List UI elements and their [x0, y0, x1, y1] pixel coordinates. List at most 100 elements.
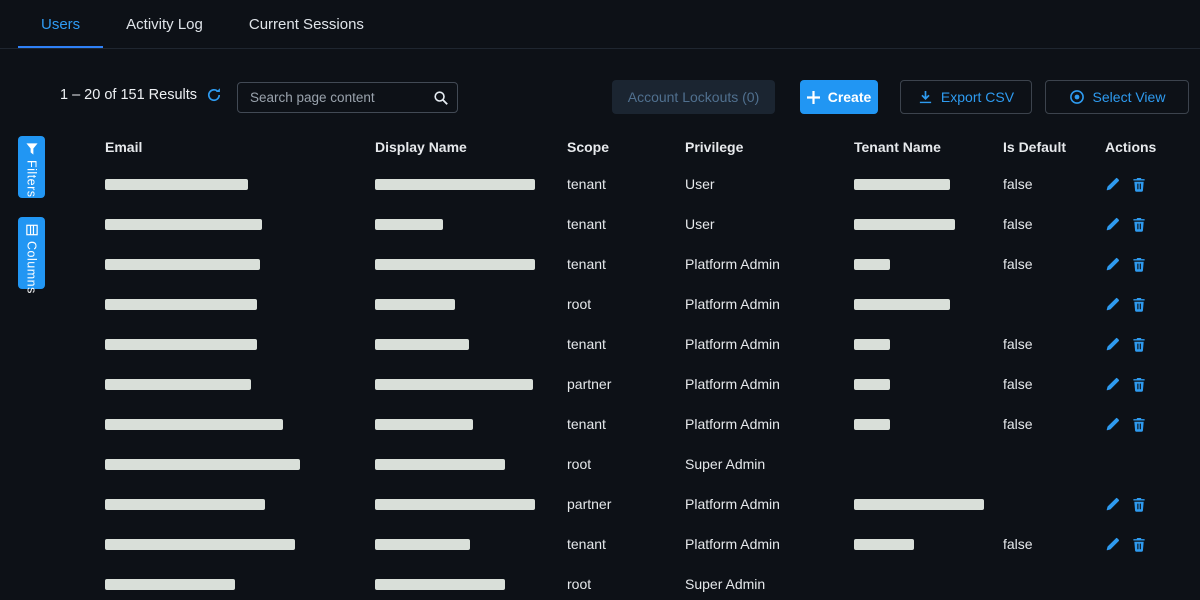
- email-cell: [105, 419, 375, 430]
- email-cell: [105, 579, 375, 590]
- scope-cell: partner: [567, 496, 685, 512]
- tenant-name-cell: [854, 299, 1003, 310]
- table-row[interactable]: tenant Platform Admin false: [105, 524, 1151, 564]
- column-header: Scope: [567, 139, 685, 155]
- display-name-cell: [375, 259, 567, 270]
- tenant-name-cell: [854, 219, 1003, 230]
- redacted-email: [105, 459, 300, 470]
- display-name-cell: [375, 459, 567, 470]
- redacted-tenant-name: [854, 299, 950, 310]
- edit-icon[interactable]: [1105, 257, 1120, 272]
- email-cell: [105, 219, 375, 230]
- delete-icon[interactable]: [1132, 297, 1146, 312]
- filter-icon: [26, 143, 38, 155]
- edit-icon[interactable]: [1105, 377, 1120, 392]
- delete-icon[interactable]: [1132, 177, 1146, 192]
- table-row[interactable]: tenant Platform Admin false: [105, 404, 1151, 444]
- search-box: [237, 82, 458, 113]
- redacted-display-name: [375, 339, 469, 350]
- redacted-display-name: [375, 499, 535, 510]
- redacted-display-name: [375, 179, 535, 190]
- search-icon[interactable]: [433, 90, 449, 106]
- search-input[interactable]: [238, 90, 433, 105]
- sidebar-tab-columns[interactable]: Columns: [18, 217, 45, 289]
- tab-users[interactable]: Users: [18, 0, 103, 48]
- is-default-cell: false: [1003, 536, 1105, 552]
- account-lockouts-button[interactable]: Account Lockouts (0): [612, 80, 775, 114]
- redacted-email: [105, 419, 283, 430]
- scope-cell: root: [567, 296, 685, 312]
- edit-icon[interactable]: [1105, 337, 1120, 352]
- delete-icon[interactable]: [1132, 497, 1146, 512]
- actions-cell: [1105, 297, 1151, 312]
- tenant-name-cell: [854, 339, 1003, 350]
- delete-icon[interactable]: [1132, 537, 1146, 552]
- redacted-email: [105, 579, 235, 590]
- redacted-display-name: [375, 539, 470, 550]
- is-default-cell: false: [1003, 376, 1105, 392]
- delete-icon[interactable]: [1132, 217, 1146, 232]
- filters-label: Filters: [25, 160, 39, 198]
- export-csv-button[interactable]: Export CSV: [900, 80, 1032, 114]
- refresh-icon[interactable]: [206, 87, 222, 103]
- table-row[interactable]: root Super Admin: [105, 444, 1151, 484]
- table-row[interactable]: root Super Admin: [105, 564, 1151, 600]
- redacted-tenant-name: [854, 539, 914, 550]
- redacted-display-name: [375, 579, 505, 590]
- users-table: EmailDisplay NameScopePrivilegeTenant Na…: [105, 130, 1151, 600]
- sidebar-tab-filters[interactable]: Filters: [18, 136, 45, 198]
- tab-current-sessions[interactable]: Current Sessions: [226, 0, 387, 48]
- tab-activity-log[interactable]: Activity Log: [103, 0, 226, 48]
- actions-cell: [1105, 497, 1151, 512]
- email-cell: [105, 499, 375, 510]
- redacted-email: [105, 379, 251, 390]
- edit-icon[interactable]: [1105, 297, 1120, 312]
- is-default-cell: false: [1003, 416, 1105, 432]
- column-header: Email: [105, 139, 375, 155]
- delete-icon[interactable]: [1132, 377, 1146, 392]
- table-row[interactable]: tenant Platform Admin false: [105, 324, 1151, 364]
- table-row[interactable]: tenant User false: [105, 204, 1151, 244]
- scope-cell: tenant: [567, 416, 685, 432]
- edit-icon[interactable]: [1105, 177, 1120, 192]
- scope-cell: root: [567, 576, 685, 592]
- table-row[interactable]: tenant User false: [105, 164, 1151, 204]
- table-row[interactable]: root Platform Admin: [105, 284, 1151, 324]
- select-view-button[interactable]: Select View: [1045, 80, 1189, 114]
- column-header: Display Name: [375, 139, 567, 155]
- edit-icon[interactable]: [1105, 417, 1120, 432]
- scope-cell: partner: [567, 376, 685, 392]
- delete-icon[interactable]: [1132, 337, 1146, 352]
- redacted-display-name: [375, 259, 535, 270]
- download-icon: [918, 90, 933, 105]
- column-header: Actions: [1105, 139, 1151, 155]
- redacted-tenant-name: [854, 179, 950, 190]
- table-row[interactable]: partner Platform Admin false: [105, 364, 1151, 404]
- results-count: 1 – 20 of 151 Results: [60, 87, 222, 103]
- email-cell: [105, 539, 375, 550]
- create-button[interactable]: Create: [800, 80, 878, 114]
- tenant-name-cell: [854, 379, 1003, 390]
- tenant-name-cell: [854, 259, 1003, 270]
- tenant-name-cell: [854, 539, 1003, 550]
- email-cell: [105, 299, 375, 310]
- redacted-tenant-name: [854, 419, 890, 430]
- table-row[interactable]: tenant Platform Admin false: [105, 244, 1151, 284]
- privilege-cell: User: [685, 216, 854, 232]
- delete-icon[interactable]: [1132, 257, 1146, 272]
- plus-icon: [807, 91, 820, 104]
- results-text: 1 – 20 of 151 Results: [60, 87, 197, 103]
- redacted-display-name: [375, 419, 473, 430]
- edit-icon[interactable]: [1105, 217, 1120, 232]
- edit-icon[interactable]: [1105, 537, 1120, 552]
- privilege-cell: Platform Admin: [685, 296, 854, 312]
- email-cell: [105, 339, 375, 350]
- columns-icon: [26, 224, 38, 236]
- delete-icon[interactable]: [1132, 417, 1146, 432]
- columns-label: Columns: [25, 241, 39, 294]
- edit-icon[interactable]: [1105, 497, 1120, 512]
- table-row[interactable]: partner Platform Admin: [105, 484, 1151, 524]
- tenant-name-cell: [854, 499, 1003, 510]
- display-name-cell: [375, 419, 567, 430]
- actions-cell: [1105, 537, 1151, 552]
